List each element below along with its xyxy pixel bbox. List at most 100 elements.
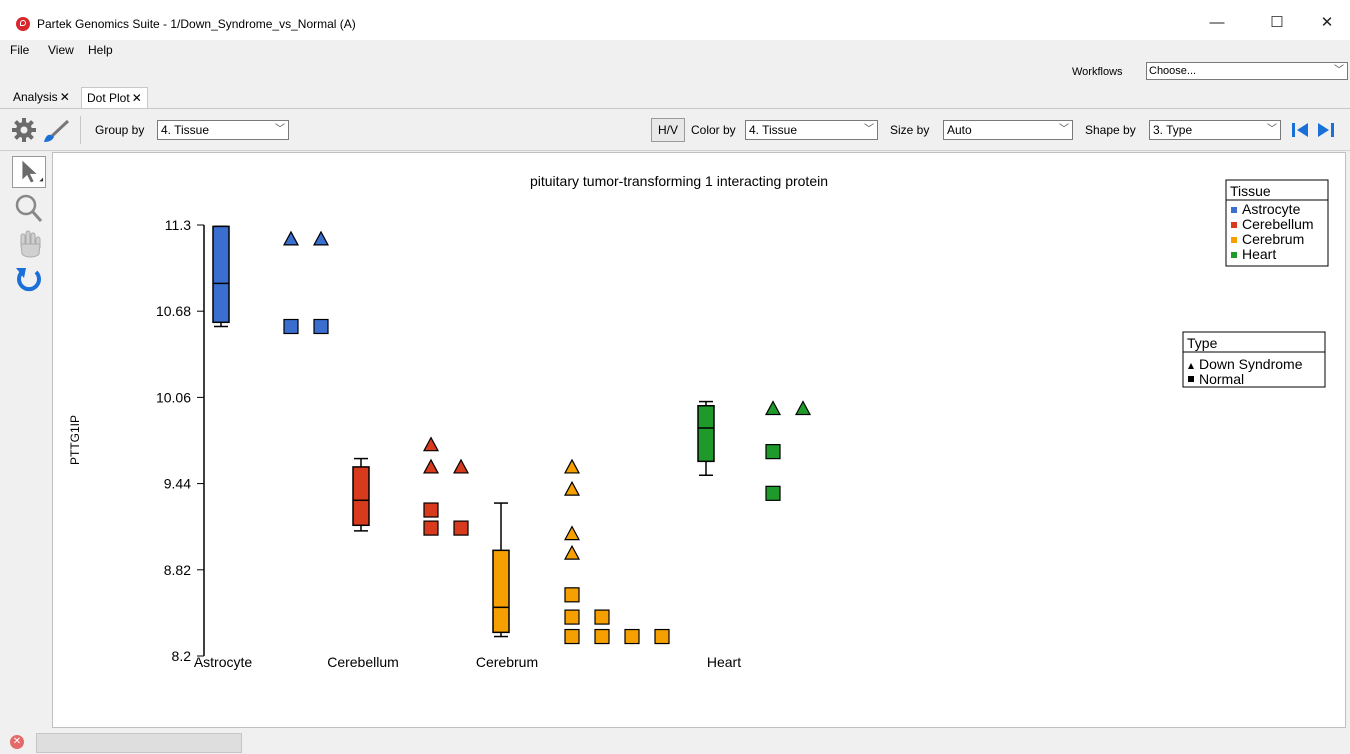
toolbar-separator <box>80 116 81 144</box>
dot-astrocyte-down-syndrome[interactable] <box>312 230 330 246</box>
dot-plot-chart: pituitary tumor-transforming 1 interacti… <box>68 173 1329 670</box>
window-title: Partek Genomics Suite - 1/Down_Syndrome_… <box>37 17 356 31</box>
gear-icon[interactable] <box>10 116 38 144</box>
legend-swatch-cerebellum <box>1231 222 1237 228</box>
dot-cerebellum-down-syndrome[interactable] <box>422 458 440 474</box>
hv-toggle-button[interactable]: H/V <box>651 118 685 142</box>
legend-type-title: Type <box>1187 335 1218 351</box>
dot-heart-normal[interactable] <box>765 444 781 460</box>
size-by-select[interactable]: Auto ﹀ <box>943 120 1073 140</box>
chevron-down-icon: ﹀ <box>1267 124 1277 135</box>
plot-tools-panel <box>8 152 53 726</box>
dot-cerebrum-down-syndrome[interactable] <box>563 544 581 560</box>
legend-type: Type Down Syndrome Normal <box>1182 331 1326 388</box>
color-by-label: Color by <box>691 123 736 137</box>
group-by-select[interactable]: 4. Tissue ﹀ <box>157 120 289 140</box>
color-by-value: 4. Tissue <box>749 123 798 137</box>
pointer-icon[interactable] <box>12 156 46 188</box>
x-category-label-cerebrum: Cerebrum <box>476 654 538 670</box>
tab-bar: Analysis ✕ Dot Plot ✕ <box>0 84 1350 109</box>
dot-cerebrum-normal[interactable] <box>564 609 580 625</box>
y-tick-label: 8.82 <box>164 562 191 578</box>
dot-cerebrum-down-syndrome[interactable] <box>563 480 581 496</box>
dot-cerebellum-normal[interactable] <box>453 520 469 536</box>
dot-cerebellum-down-syndrome[interactable] <box>452 458 470 474</box>
dot-cerebrum-down-syndrome[interactable] <box>563 525 581 541</box>
error-status-icon[interactable]: ✕ <box>10 735 24 749</box>
workflows-select[interactable]: Choose... ﹀ <box>1146 62 1348 80</box>
dot-astrocyte-down-syndrome[interactable] <box>282 230 300 246</box>
close-tab-icon[interactable]: ✕ <box>60 90 70 104</box>
legend-type-down-syndrome: Down Syndrome <box>1199 356 1303 372</box>
legend-swatch-heart <box>1231 252 1237 258</box>
x-category-label-astrocyte: Astrocyte <box>194 654 253 670</box>
close-tab-icon[interactable]: ✕ <box>132 91 142 105</box>
box-heart[interactable] <box>697 404 715 463</box>
title-bar: Partek Genomics Suite - 1/Down_Syndrome_… <box>0 0 1350 40</box>
last-page-icon[interactable] <box>1316 121 1336 139</box>
shape-by-label: Shape by <box>1085 123 1136 137</box>
chevron-down-icon: ﹀ <box>275 124 285 135</box>
menu-bar: File View Help <box>0 40 1350 62</box>
dot-astrocyte-normal[interactable] <box>313 318 329 335</box>
color-by-select[interactable]: 4. Tissue ﹀ <box>745 120 878 140</box>
dot-cerebellum-normal[interactable] <box>423 520 439 536</box>
tab-analysis[interactable]: Analysis ✕ <box>8 87 75 108</box>
box-cerebrum[interactable] <box>492 549 510 634</box>
y-tick-label: 10.06 <box>156 389 191 405</box>
dot-cerebrum-normal[interactable] <box>594 609 610 625</box>
status-bar: ✕ <box>0 730 1350 754</box>
box-astrocyte[interactable] <box>212 225 230 324</box>
dot-cerebrum-normal[interactable] <box>654 628 670 645</box>
workflows-bar: Workflows Choose... ﹀ <box>0 62 1350 84</box>
workflows-value: Choose... <box>1149 65 1197 77</box>
plot-toolbar: Group by 4. Tissue ﹀ H/V Color by 4. Tiss… <box>0 110 1350 151</box>
size-by-value: Auto <box>947 123 972 137</box>
reset-rotate-icon[interactable] <box>12 264 46 296</box>
paintbrush-icon[interactable] <box>42 118 70 144</box>
first-page-icon[interactable] <box>1290 121 1310 139</box>
dot-cerebrum-down-syndrome[interactable] <box>563 458 581 474</box>
maximize-button[interactable]: ☐ <box>1254 10 1300 36</box>
legend-tissue-cerebrum: Cerebrum <box>1242 231 1304 247</box>
box-cerebellum[interactable] <box>352 466 370 527</box>
dot-heart-down-syndrome[interactable] <box>794 400 812 416</box>
menu-help[interactable]: Help <box>88 43 113 57</box>
dot-plot-area[interactable]: pituitary tumor-transforming 1 interacti… <box>52 152 1346 728</box>
legend-tissue-title: Tissue <box>1230 183 1271 199</box>
shape-by-select[interactable]: 3. Type ﹀ <box>1149 120 1281 140</box>
tab-analysis-label: Analysis <box>13 90 58 104</box>
chevron-down-icon: ﹀ <box>1334 65 1344 76</box>
hand-pan-icon[interactable] <box>12 228 46 260</box>
group-by-value: 4. Tissue <box>161 123 210 137</box>
legend-swatch-cerebrum <box>1231 237 1237 243</box>
y-axis-label: PTTG1IP <box>68 415 82 465</box>
tab-dot-plot-label: Dot Plot <box>87 91 130 105</box>
dot-cerebrum-normal[interactable] <box>624 628 640 645</box>
dot-cerebellum-down-syndrome[interactable] <box>422 436 440 452</box>
legend-tissue-cerebellum: Cerebellum <box>1242 216 1314 232</box>
shape-by-value: 3. Type <box>1153 123 1193 137</box>
close-button[interactable]: ✕ <box>1304 10 1350 36</box>
status-field <box>36 733 242 753</box>
minimize-button[interactable]: — <box>1194 10 1240 36</box>
chevron-down-icon: ﹀ <box>864 124 874 135</box>
x-category-label-cerebellum: Cerebellum <box>327 654 399 670</box>
chart-title: pituitary tumor-transforming 1 interacti… <box>530 173 828 189</box>
menu-view[interactable]: View <box>48 43 74 57</box>
dot-heart-down-syndrome[interactable] <box>764 400 782 416</box>
dot-cerebellum-normal[interactable] <box>423 502 439 518</box>
zoom-icon[interactable] <box>12 192 46 224</box>
dot-cerebrum-normal[interactable] <box>564 628 580 645</box>
dot-heart-normal[interactable] <box>765 485 781 501</box>
tab-dot-plot[interactable]: Dot Plot ✕ <box>81 87 148 108</box>
y-tick-label: 8.2 <box>172 648 192 664</box>
legend-swatch-astrocyte <box>1231 207 1237 213</box>
dot-cerebrum-normal[interactable] <box>564 587 580 603</box>
menu-file[interactable]: File <box>10 43 29 57</box>
x-category-label-heart: Heart <box>707 654 741 670</box>
y-tick-label: 11.3 <box>165 217 191 233</box>
dot-astrocyte-normal[interactable] <box>283 318 299 335</box>
dot-cerebrum-normal[interactable] <box>594 628 610 645</box>
legend-tissue-astrocyte: Astrocyte <box>1242 201 1301 217</box>
